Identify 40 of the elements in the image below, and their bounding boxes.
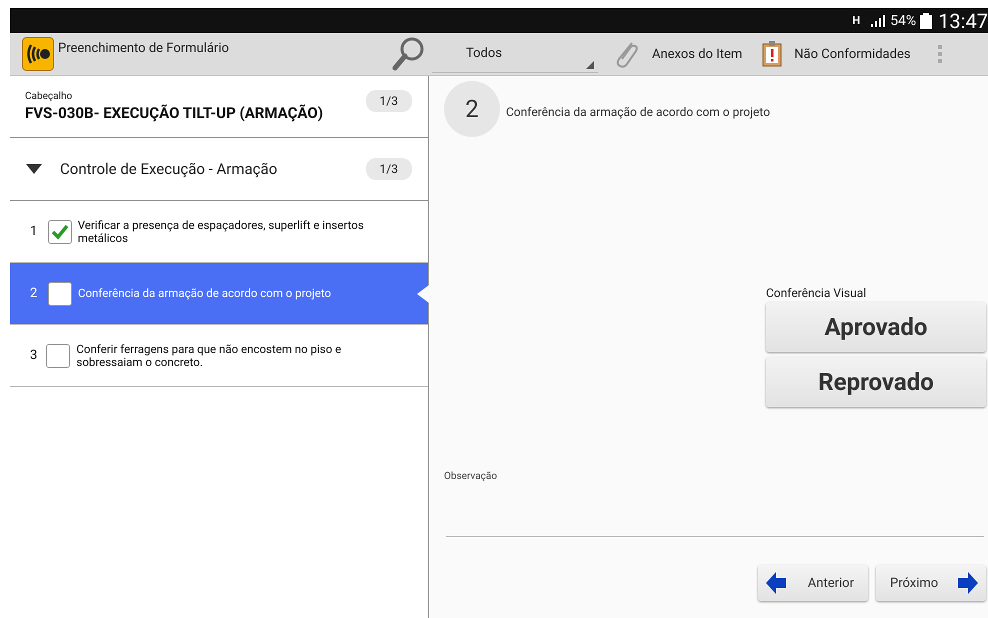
checkbox[interactable] bbox=[46, 344, 70, 368]
observation-label: Observação bbox=[444, 471, 498, 482]
item-text: Verificar a presença de espaçadores, superlift e insertos metálicos bbox=[78, 218, 365, 244]
dropdown-corner-icon bbox=[586, 61, 594, 69]
checkmark-icon bbox=[50, 224, 69, 240]
next-button[interactable]: Próximo bbox=[876, 565, 986, 601]
header-label: Cabeçalho bbox=[25, 91, 74, 102]
filter-dropdown[interactable]: Todos bbox=[432, 35, 598, 73]
question-label: Conferência Visual bbox=[766, 286, 868, 300]
checklist-item[interactable]: 3 Conferir ferragens para que não encostem no piso e sobressaiam o concreto. bbox=[10, 325, 428, 387]
item-number-badge: 2 bbox=[444, 81, 500, 137]
battery-percent: 54% bbox=[890, 12, 916, 28]
form-title: FVS-030B- EXECUÇÃO TILT-UP (ARMAÇÃO) bbox=[25, 104, 324, 122]
answer-button[interactable]: Aprovado bbox=[766, 302, 986, 352]
app-title: Preenchimento de Formulário bbox=[58, 41, 230, 56]
answer-button[interactable]: Reprovado bbox=[766, 357, 986, 407]
item-description: Conferência da armação de acordo com o projeto bbox=[506, 105, 770, 119]
progress-count: 1/3 bbox=[366, 158, 412, 180]
item-number: 1 bbox=[30, 224, 38, 239]
search-icon[interactable] bbox=[392, 36, 426, 72]
clock-time: 13:47 bbox=[938, 8, 988, 32]
checkbox[interactable] bbox=[48, 220, 72, 244]
battery-icon bbox=[920, 12, 932, 28]
right-arrow-icon bbox=[958, 572, 978, 594]
group-header[interactable]: Controle de Execução - Armação 1/3 bbox=[10, 138, 428, 201]
item-number: 2 bbox=[30, 286, 38, 301]
item-text: Conferir ferragens para que não encostem no piso e sobressaiam o concreto. bbox=[76, 342, 342, 368]
item-number: 3 bbox=[30, 348, 38, 363]
checklist-item[interactable]: 2 Conferência da armação de acordo com o projeto bbox=[10, 263, 428, 325]
checkbox[interactable] bbox=[48, 282, 72, 306]
left-arrow-icon bbox=[766, 572, 786, 594]
signal-icon bbox=[870, 14, 886, 28]
previous-button[interactable]: Anterior bbox=[758, 565, 868, 601]
app-logo-icon bbox=[22, 37, 54, 71]
progress-count: 1/3 bbox=[366, 90, 412, 112]
clipboard-alert-icon bbox=[762, 41, 782, 67]
attachments-button[interactable]: Anexos do Item bbox=[606, 39, 748, 69]
nonconformities-button[interactable]: Não Conformidades bbox=[756, 41, 917, 67]
item-text: Conferência da armação de acordo com o projeto bbox=[78, 287, 332, 300]
network-type: H bbox=[852, 14, 860, 27]
